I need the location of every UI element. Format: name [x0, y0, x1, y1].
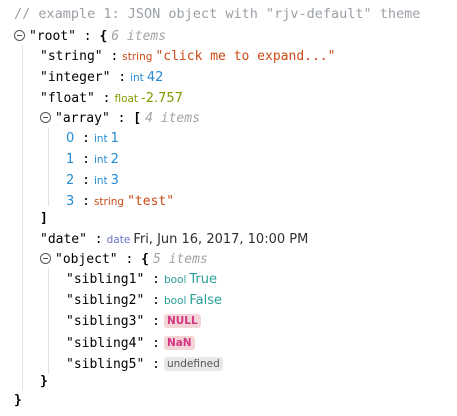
sibling-key: "sibling2": [66, 293, 145, 308]
array-item-value[interactable]: 2: [111, 152, 119, 167]
sibling-colon: :: [152, 314, 160, 329]
object-colon: :: [125, 252, 134, 267]
object-node-row[interactable]: "object" : {5 items: [40, 252, 208, 268]
sibling-colon: :: [152, 272, 160, 287]
object-item-row[interactable]: "sibling5" : undefined: [66, 357, 223, 373]
array-indent-guide: [48, 128, 49, 206]
object-indent-guide: [48, 268, 49, 374]
integer-key: "integer": [40, 70, 111, 85]
sibling-colon: :: [152, 293, 160, 308]
array-key: "array": [55, 111, 110, 126]
array-item-count: 4 items: [145, 111, 200, 126]
collapse-array-icon[interactable]: [40, 112, 51, 123]
root-key: "root": [29, 29, 76, 44]
undefined-badge[interactable]: undefined: [163, 357, 223, 371]
root-item-count: 6 items: [111, 29, 167, 44]
date-value[interactable]: Fri, Jun 16, 2017, 10:00 PM: [133, 232, 308, 247]
array-item-row[interactable]: 2 : int 3: [66, 173, 119, 189]
array-item-value[interactable]: "test": [127, 194, 174, 209]
array-item-row[interactable]: 3 : string "test": [66, 194, 174, 210]
date-colon: :: [94, 232, 103, 247]
string-value[interactable]: "click me to expand...": [155, 49, 335, 64]
integer-row[interactable]: "integer" : int 42: [40, 70, 163, 86]
array-item-row[interactable]: 0 : int 1: [66, 131, 119, 147]
date-type-label: date: [106, 234, 131, 246]
root-close-brace: }: [14, 393, 22, 408]
array-index: 2: [66, 173, 75, 188]
sibling-key: "sibling5": [66, 357, 145, 372]
integer-type-label: int: [130, 72, 144, 84]
array-item-type-label: int: [93, 154, 108, 166]
collapse-root-icon[interactable]: [14, 30, 25, 41]
object-close-row: }: [40, 374, 48, 390]
array-index: 1: [66, 152, 75, 167]
array-item-row[interactable]: 1 : int 2: [66, 152, 119, 168]
sibling-colon: :: [152, 357, 160, 372]
sibling-type-label: bool: [163, 274, 187, 286]
float-type-label: float: [114, 93, 139, 105]
object-item-row[interactable]: "sibling2" : bool False: [66, 293, 222, 309]
float-colon: :: [102, 91, 111, 106]
root-colon: :: [83, 29, 92, 44]
root-node-row[interactable]: "root" : {6 items: [14, 29, 166, 45]
date-key: "date": [40, 232, 87, 247]
sibling-key: "sibling1": [66, 272, 145, 287]
string-row[interactable]: "string" : string "click me to expand...": [40, 49, 335, 65]
array-open-bracket: [: [133, 111, 142, 126]
object-open-brace: {: [141, 252, 149, 267]
root-indent-guide: [22, 45, 23, 390]
null-badge[interactable]: NULL: [163, 314, 201, 328]
array-item-value[interactable]: 3: [111, 173, 119, 188]
array-item-colon: :: [82, 194, 90, 209]
object-close-brace: }: [40, 374, 48, 389]
object-key: "object": [55, 252, 118, 267]
sibling-key: "sibling4": [66, 336, 145, 351]
array-item-type-label: int: [93, 133, 108, 145]
root-open-brace: {: [99, 29, 108, 44]
float-value[interactable]: -2.757: [141, 91, 183, 106]
array-item-value[interactable]: 1: [111, 131, 119, 146]
string-type-label: string: [122, 51, 153, 63]
float-key: "float": [40, 91, 95, 106]
array-index: 0: [66, 131, 75, 146]
array-item-colon: :: [82, 173, 90, 188]
array-colon: :: [117, 111, 126, 126]
string-key: "string": [40, 49, 103, 64]
array-item-colon: :: [82, 152, 90, 167]
float-row[interactable]: "float" : float -2.757: [40, 91, 183, 107]
object-item-row[interactable]: "sibling4" : NaN: [66, 336, 195, 352]
array-node-row[interactable]: "array" : [4 items: [40, 111, 200, 127]
sibling-key: "sibling3": [66, 314, 145, 329]
array-close-bracket: ]: [40, 211, 48, 226]
sibling-value[interactable]: True: [189, 272, 217, 287]
string-colon: :: [110, 49, 119, 64]
array-item-type-label: int: [93, 175, 108, 187]
sibling-colon: :: [152, 336, 160, 351]
root-close-row: }: [14, 393, 22, 409]
array-item-type-label: string: [93, 196, 125, 208]
date-row[interactable]: "date" : date Fri, Jun 16, 2017, 10:00 PM: [40, 232, 308, 248]
nan-badge[interactable]: NaN: [163, 336, 195, 350]
array-index: 3: [66, 194, 75, 209]
object-item-row[interactable]: "sibling3" : NULL: [66, 314, 201, 330]
integer-colon: :: [118, 70, 127, 85]
collapse-object-icon[interactable]: [40, 253, 51, 264]
integer-value[interactable]: 42: [147, 70, 164, 85]
sibling-value[interactable]: False: [189, 293, 222, 308]
sibling-type-label: bool: [163, 295, 187, 307]
array-item-colon: :: [82, 131, 90, 146]
object-item-row[interactable]: "sibling1" : bool True: [66, 272, 217, 288]
example-comment: // example 1: JSON object with "rjv-defa…: [14, 6, 421, 22]
array-close-row: ]: [40, 211, 48, 227]
object-item-count: 5 items: [152, 252, 208, 267]
